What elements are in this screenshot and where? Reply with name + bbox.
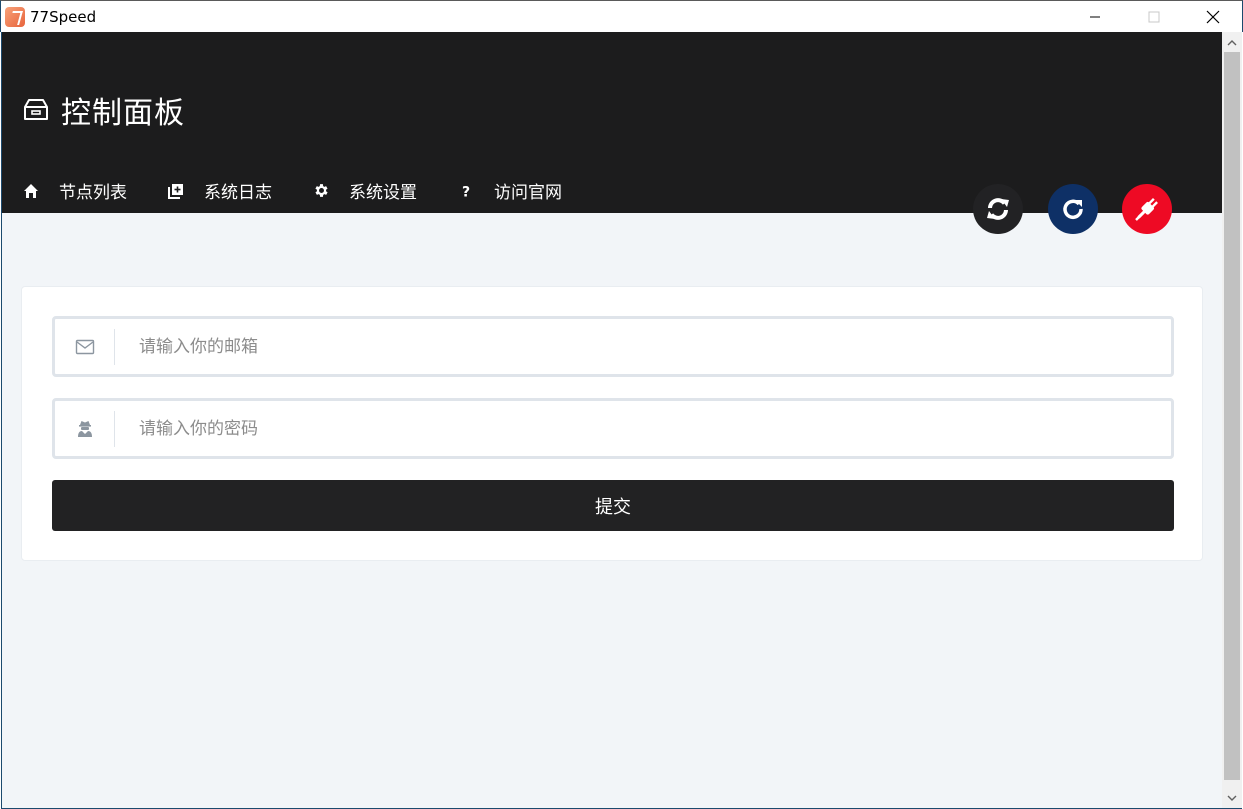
window-controls [1065, 1, 1242, 33]
nav-item-visit-website[interactable]: ? 访问官网 [457, 178, 562, 203]
submit-button[interactable]: 提交 [52, 480, 1174, 531]
scroll-up-arrow[interactable] [1222, 34, 1242, 52]
plug-icon [1135, 198, 1158, 221]
nav-item-label: 系统设置 [349, 183, 417, 203]
envelope-icon [55, 328, 115, 365]
window-titlebar: 77Speed [0, 0, 1243, 32]
nav-item-label: 节点列表 [59, 183, 127, 203]
minimize-icon [1089, 16, 1100, 17]
brand: 控制面板 [22, 88, 185, 132]
header: 控制面板 节点列表 系统日志 系统设置 ? 访问官网 [2, 32, 1223, 213]
question-icon: ? [457, 182, 475, 200]
scroll-down-arrow[interactable] [1222, 789, 1242, 807]
gear-icon [312, 182, 330, 200]
maximize-icon [1148, 11, 1159, 22]
chevron-down-icon [1227, 795, 1237, 801]
chevron-up-icon [1227, 40, 1237, 46]
email-field [52, 316, 1174, 377]
vertical-scrollbar[interactable] [1222, 32, 1242, 808]
password-input[interactable] [139, 418, 1099, 439]
scrollbar-thumb[interactable] [1224, 52, 1240, 780]
nav-item-system-log[interactable]: 系统日志 [167, 178, 272, 203]
page-title: 控制面板 [61, 96, 185, 131]
nav-item-node-list[interactable]: 节点列表 [22, 178, 127, 203]
log-icon [167, 182, 185, 200]
svg-text:?: ? [462, 184, 470, 199]
home-icon [22, 182, 40, 200]
password-field [52, 398, 1174, 459]
login-card: 提交 [21, 286, 1203, 561]
user-secret-icon [55, 410, 115, 447]
email-input[interactable] [139, 336, 1099, 357]
page-content: 控制面板 节点列表 系统日志 系统设置 ? 访问官网 请输入你的邮箱 提交 [2, 32, 1223, 808]
minimize-button[interactable] [1065, 1, 1124, 33]
maximize-button[interactable] [1124, 1, 1183, 33]
inbox-icon [24, 99, 48, 120]
nav-item-label: 系统日志 [204, 183, 272, 203]
disconnect-button[interactable] [1122, 184, 1172, 234]
sync-button[interactable] [973, 184, 1023, 234]
refresh-icon [1063, 199, 1083, 219]
nav-bar: 节点列表 系统日志 系统设置 ? 访问官网 [22, 178, 602, 203]
app-viewport: 控制面板 节点列表 系统日志 系统设置 ? 访问官网 请输入你的邮箱 提交 [1, 32, 1242, 809]
nav-item-system-settings[interactable]: 系统设置 [312, 178, 417, 203]
refresh-button[interactable] [1048, 184, 1098, 234]
window-title: 77Speed [30, 7, 97, 26]
close-button[interactable] [1183, 1, 1242, 33]
app-logo-icon [5, 6, 25, 27]
nav-item-label: 访问官网 [494, 183, 562, 203]
sync-icon [987, 198, 1009, 220]
close-icon [1206, 10, 1219, 23]
